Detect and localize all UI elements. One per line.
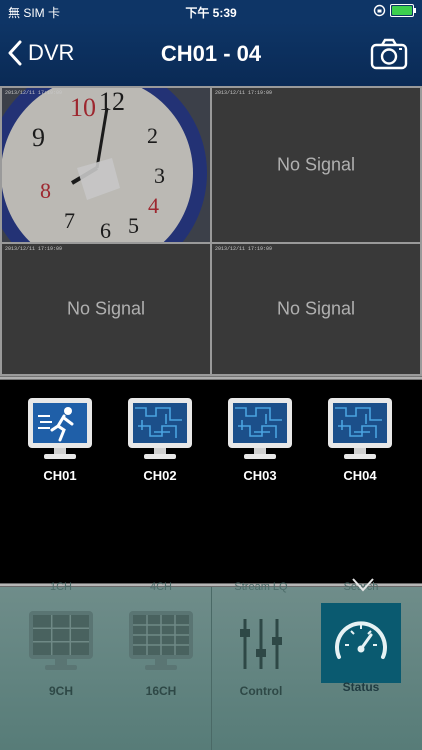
no-signal-label: No Signal	[276, 298, 356, 319]
tool-9ch[interactable]: 9CH	[21, 609, 101, 698]
grid-16-icon	[129, 611, 193, 670]
ghost-label-4ch: 4CH	[149, 581, 172, 593]
timestamp-label: 2013/12/11 17:19:09	[215, 90, 273, 96]
tool-control[interactable]: Control	[221, 615, 301, 698]
nav-bar: DVR CH01 - 04	[0, 22, 422, 86]
speedometer-icon	[335, 621, 387, 659]
channel-label: CH01	[43, 468, 77, 483]
tool-label: Control	[239, 684, 283, 698]
tool-label: Status	[342, 680, 380, 694]
channel-label: CH02	[143, 468, 177, 483]
video-cell-ch02[interactable]: 2013/12/11 17:19:09 No Signal	[212, 88, 420, 242]
no-signal-label: No Signal	[276, 154, 356, 175]
snapshot-button[interactable]	[370, 38, 408, 70]
status-icons	[373, 4, 416, 17]
channel-selector: CH01 CH02 CH03 CH04	[0, 380, 422, 583]
ghost-label-stream: Stream LQ	[234, 581, 288, 593]
tool-label: 16CH	[145, 684, 177, 698]
camera-feed-image: 10 12 9 2 3 4 8 7 6 5	[2, 88, 210, 242]
page-title: CH01 - 04	[160, 41, 262, 66]
chevron-down-icon	[352, 578, 374, 592]
monitor-pattern-icon	[228, 398, 292, 459]
bottom-toolbar: 1CH 4CH Stream LQ Search 9CH 16CH Contro…	[0, 578, 422, 750]
channel-button-ch02[interactable]: CH02	[125, 396, 195, 483]
channel-button-ch03[interactable]: CH03	[225, 396, 295, 483]
video-grid: 10 12 9 2 3 4 8 7 6 5 2013/12/11 17:19:0…	[0, 86, 422, 376]
sliders-icon	[240, 619, 282, 669]
timestamp-label: 2013/12/11 17:19:09	[5, 90, 63, 96]
grid-9-icon	[29, 611, 93, 670]
camera-icon	[370, 38, 408, 70]
motion-alert-icon	[28, 398, 92, 459]
tool-label: 9CH	[48, 684, 73, 698]
ghost-label-1ch: 1CH	[49, 581, 72, 593]
clock: 下午 5:39	[185, 6, 237, 20]
no-signal-label: No Signal	[66, 298, 146, 319]
timestamp-label: 2013/12/11 17:19:09	[5, 246, 63, 252]
channel-label: CH03	[243, 468, 277, 483]
channel-button-ch04[interactable]: CH04	[325, 396, 395, 483]
channel-button-ch01[interactable]: CH01	[25, 396, 95, 483]
battery-icon	[390, 4, 416, 17]
video-cell-ch04[interactable]: 2013/12/11 17:19:09 No Signal	[212, 244, 420, 374]
monitor-pattern-icon	[128, 398, 192, 459]
tool-status[interactable]: Status	[321, 617, 401, 694]
tool-16ch[interactable]: 16CH	[121, 609, 201, 698]
toolbar-divider	[211, 587, 212, 750]
rotation-lock-icon	[373, 4, 386, 17]
video-cell-ch03[interactable]: 2013/12/11 17:19:09 No Signal	[2, 244, 210, 374]
monitor-pattern-icon	[328, 398, 392, 459]
channel-label: CH04	[343, 468, 377, 483]
status-bar: 無 SIM 卡 下午 5:39	[0, 0, 422, 22]
timestamp-label: 2013/12/11 17:19:09	[215, 246, 273, 252]
video-cell-ch01[interactable]: 10 12 9 2 3 4 8 7 6 5 2013/12/11 17:19:0…	[2, 88, 210, 242]
